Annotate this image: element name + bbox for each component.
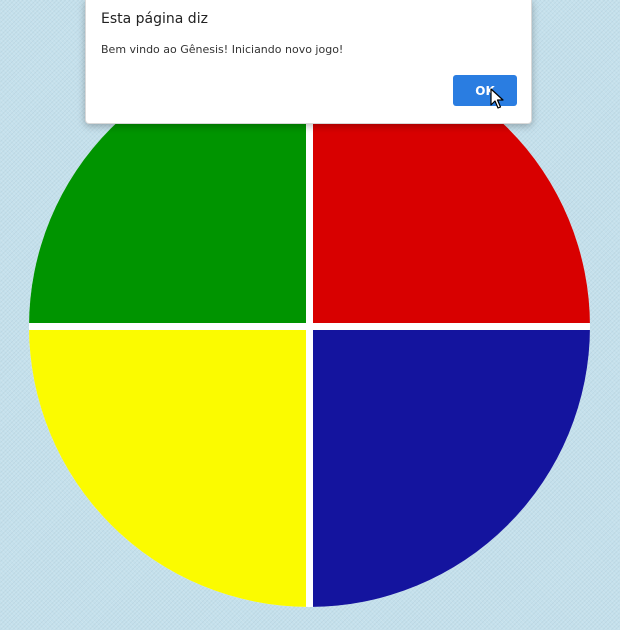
dialog-title: Esta página diz <box>101 11 208 27</box>
game-board <box>29 46 590 607</box>
dialog-message: Bem vindo ao Gênesis! Iniciando novo jog… <box>101 43 344 56</box>
blue-quadrant-button[interactable] <box>313 330 590 607</box>
alert-dialog: Esta página diz Bem vindo ao Gênesis! In… <box>85 0 532 124</box>
ok-button[interactable]: OK <box>453 75 517 106</box>
yellow-quadrant-button[interactable] <box>29 330 306 607</box>
